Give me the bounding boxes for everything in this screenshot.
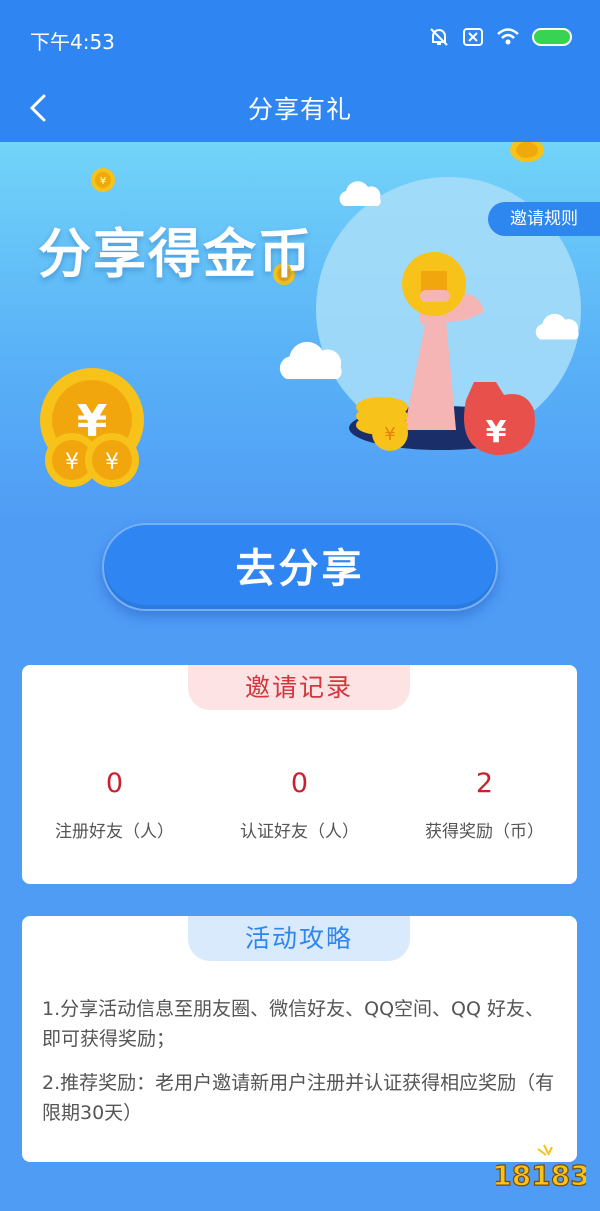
svg-text:¥: ¥	[65, 450, 79, 475]
invite-rules-button[interactable]: 邀请规则	[488, 202, 600, 236]
stat-registered-friends: 0 注册好友（人）	[22, 768, 207, 842]
nav-bar: 分享有礼	[0, 76, 600, 142]
stat-verified-friends: 0 认证好友（人）	[207, 768, 392, 842]
activity-guide-card: 活动攻略 1.分享活动信息至朋友圈、微信好友、QQ空间、QQ 好友、即可获得奖励…	[22, 916, 577, 1162]
status-bar: 下午4:53	[0, 0, 600, 76]
invite-stats: 0 注册好友（人） 0 认证好友（人） 2 获得奖励（币）	[22, 768, 577, 842]
coin-icon	[510, 142, 544, 162]
stat-label: 注册好友（人）	[55, 822, 174, 842]
watermark-text: 18183	[496, 1159, 586, 1192]
share-button[interactable]: 去分享	[102, 523, 498, 611]
page-title: 分享有礼	[247, 95, 352, 124]
guide-item: 2.推荐奖励：老用户邀请新用户注册并认证获得相应奖励（有限期30天）	[42, 1072, 555, 1124]
mute-bell-icon	[430, 28, 448, 46]
hero-banner: ¥ ¥ ¥ ¥ ¥ ¥ 分享得金币 邀请规则	[0, 142, 600, 522]
status-time: 下午4:53	[30, 30, 115, 54]
coin-stack-icon: ¥ ¥ ¥	[40, 368, 144, 487]
battery-icon	[532, 28, 572, 46]
svg-text:¥: ¥	[486, 415, 507, 450]
stat-label: 认证好友（人）	[240, 822, 359, 842]
cloud-icon	[279, 341, 342, 379]
activity-guide-title: 活动攻略	[188, 916, 410, 961]
stat-label: 获得奖励（币）	[425, 822, 544, 842]
guide-item: 1.分享活动信息至朋友圈、微信好友、QQ空间、QQ 好友、即可获得奖励；	[42, 998, 544, 1050]
invite-record-title: 邀请记录	[188, 665, 410, 710]
sim-card-icon	[463, 28, 483, 46]
svg-text:¥: ¥	[105, 450, 119, 475]
watermark-logo: 18183	[496, 1144, 586, 1193]
hero-title: 分享得金币	[38, 224, 313, 285]
stat-rewards-earned: 2 获得奖励（币）	[392, 768, 577, 842]
svg-text:¥: ¥	[384, 424, 395, 445]
hand-with-coin-illustration: ¥ ¥	[349, 252, 535, 455]
status-icons	[428, 26, 572, 48]
stat-value: 0	[105, 768, 124, 799]
stat-value: 0	[290, 768, 309, 799]
coin-icon: ¥	[91, 168, 115, 192]
guide-list: 1.分享活动信息至朋友圈、微信好友、QQ空间、QQ 好友、即可获得奖励； 2.推…	[42, 994, 562, 1142]
cloud-icon	[339, 181, 381, 206]
stat-value: 2	[475, 768, 494, 799]
svg-text:¥: ¥	[100, 176, 106, 187]
invite-record-card: 邀请记录 0 注册好友（人） 0 认证好友（人） 2 获得奖励（币）	[22, 665, 577, 884]
wifi-icon	[497, 28, 519, 45]
